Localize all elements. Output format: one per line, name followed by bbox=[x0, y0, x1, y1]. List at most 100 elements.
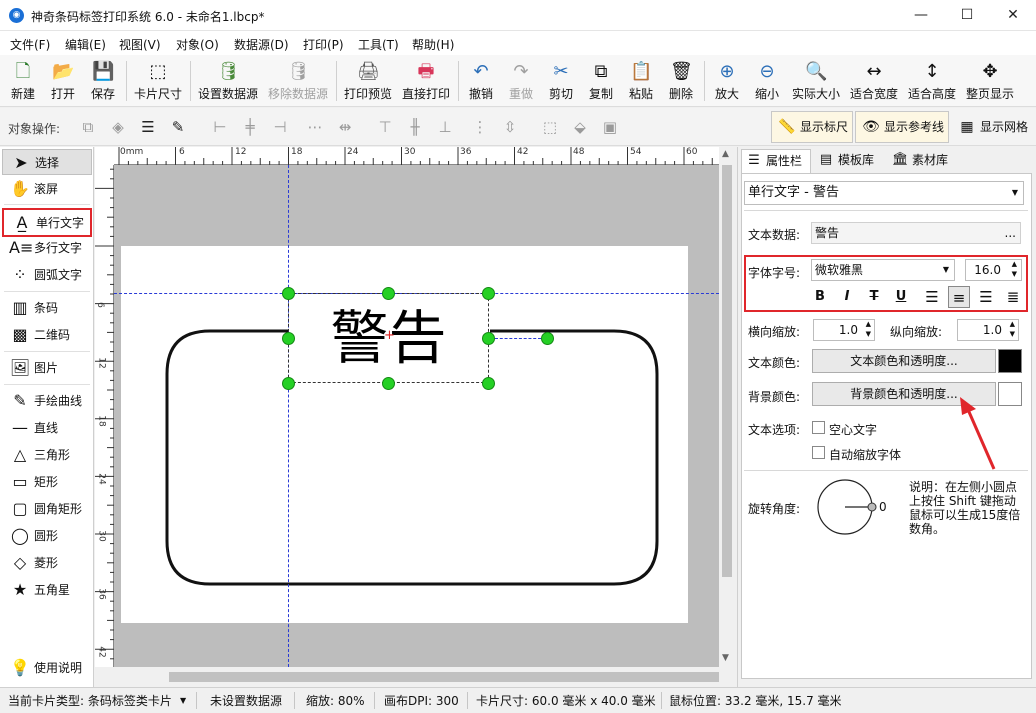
tool-star[interactable]: ★ 五角星 bbox=[2, 577, 92, 603]
align-middle-icon[interactable]: ╫ bbox=[405, 117, 425, 137]
same-width-icon[interactable]: ⇹ bbox=[335, 117, 355, 137]
scroll-up-icon[interactable]: ▲ bbox=[722, 149, 729, 159]
tool-circle[interactable]: ◯ 圆形 bbox=[2, 523, 92, 549]
align-bottom-icon[interactable]: ⊥ bbox=[435, 117, 455, 137]
fit-width-button[interactable]: ↔ 适合宽度 bbox=[848, 58, 900, 104]
resize-handle-top-left[interactable] bbox=[282, 287, 295, 300]
hollow-text-checkbox[interactable] bbox=[812, 421, 825, 434]
tool-single-line-text[interactable]: A̲ 单行文字 bbox=[2, 208, 92, 237]
cut-button[interactable]: ✂ 剪切 bbox=[544, 58, 578, 104]
text-data-field[interactable]: 警告... bbox=[811, 222, 1021, 244]
menu-edit[interactable]: 编辑(E) bbox=[65, 36, 106, 53]
resize-handle-top-right[interactable] bbox=[482, 287, 495, 300]
menu-print[interactable]: 打印(P) bbox=[303, 36, 344, 53]
layers-edit-icon[interactable]: ✎ bbox=[168, 117, 188, 137]
minimize-button[interactable]: — bbox=[898, 0, 944, 31]
send-backward-icon[interactable]: ◈ bbox=[108, 117, 128, 137]
tool-rectangle[interactable]: ▭ 矩形 bbox=[2, 469, 92, 495]
tool-select[interactable]: ➤ 选择 bbox=[2, 149, 92, 175]
strikethrough-button[interactable]: T bbox=[863, 286, 885, 308]
tool-picture[interactable]: 🖼 图片 bbox=[2, 355, 92, 381]
resize-handle-left[interactable] bbox=[282, 332, 295, 345]
resize-handle-bottom-left[interactable] bbox=[282, 377, 295, 390]
object-select[interactable]: 单行文字 - 警告 ▼ bbox=[744, 181, 1024, 205]
underline-button[interactable]: U bbox=[890, 286, 912, 308]
save-button[interactable]: 💾 保存 bbox=[86, 58, 120, 104]
guideline-vertical[interactable] bbox=[288, 165, 289, 667]
autofit-font-checkbox[interactable] bbox=[812, 446, 825, 459]
bold-button[interactable]: B bbox=[809, 286, 831, 308]
tool-triangle[interactable]: △ 三角形 bbox=[2, 442, 92, 468]
hscale-stepper[interactable]: 1.0 ▲ ▼ bbox=[813, 319, 875, 341]
set-datasource-button[interactable]: 🛢 设置数据源 bbox=[196, 58, 260, 104]
tool-diamond[interactable]: ◇ 菱形 bbox=[2, 550, 92, 576]
stepper-arrows-icon[interactable]: ▲ ▼ bbox=[1010, 319, 1015, 339]
menu-object[interactable]: 对象(O) bbox=[176, 36, 219, 53]
menu-file[interactable]: 文件(F) bbox=[10, 36, 50, 53]
maximize-button[interactable]: ☐ bbox=[944, 0, 990, 31]
tool-freehand[interactable]: ✎ 手绘曲线 bbox=[2, 388, 92, 414]
vertical-ruler[interactable]: 6 12 18 24 30 36 42 bbox=[95, 165, 114, 667]
lock-icon[interactable]: ▣ bbox=[600, 117, 620, 137]
open-button[interactable]: 📂 打开 bbox=[46, 58, 80, 104]
vertical-scrollbar[interactable]: ▲ ▼ bbox=[719, 147, 735, 667]
tab-assets[interactable]: 🏛 素材库 bbox=[888, 149, 960, 173]
align-right-icon[interactable]: ⊣ bbox=[270, 117, 290, 137]
menu-view[interactable]: 视图(V) bbox=[119, 36, 161, 53]
resize-handle-bottom-right[interactable] bbox=[482, 377, 495, 390]
tab-templates[interactable]: ▤ 模板库 bbox=[814, 149, 886, 173]
menu-tools[interactable]: 工具(T) bbox=[358, 36, 399, 53]
distribute-horizontal-icon[interactable]: ⋯ bbox=[305, 117, 325, 137]
tool-rounded-rect[interactable]: ▢ 圆角矩形 bbox=[2, 496, 92, 522]
new-button[interactable]: 🗋 新建 bbox=[6, 58, 40, 104]
resize-handle-right[interactable] bbox=[482, 332, 495, 345]
zoom-out-button[interactable]: ⊖ 缩小 bbox=[750, 58, 784, 104]
rotation-handle[interactable] bbox=[541, 332, 554, 345]
tool-arc-text[interactable]: ⁘ 圆弧文字 bbox=[2, 262, 92, 288]
menu-help[interactable]: 帮助(H) bbox=[412, 36, 454, 53]
justify-text-icon[interactable]: ≣ bbox=[1002, 286, 1024, 308]
ungroup-icon[interactable]: ⬙ bbox=[570, 117, 590, 137]
tab-properties[interactable]: ☰ 属性栏 bbox=[741, 149, 811, 173]
undo-button[interactable]: ↶ 撤销 bbox=[464, 58, 498, 104]
vscale-stepper[interactable]: 1.0 ▲ ▼ bbox=[957, 319, 1019, 341]
resize-handle-top[interactable] bbox=[382, 287, 395, 300]
tool-qrcode[interactable]: ▩ 二维码 bbox=[2, 322, 92, 348]
vertical-scroll-thumb[interactable] bbox=[722, 165, 732, 577]
dropdown-arrow-icon[interactable]: ▼ bbox=[180, 696, 186, 705]
toggle-show-guidelines[interactable]: 👁 显示参考线 bbox=[855, 111, 949, 143]
tool-barcode[interactable]: ▥ 条码 bbox=[2, 295, 92, 321]
text-color-button[interactable]: 文本颜色和透明度... bbox=[812, 349, 996, 373]
same-height-icon[interactable]: ⇳ bbox=[500, 117, 520, 137]
align-left-text-icon[interactable]: ☰ bbox=[921, 286, 943, 308]
horizontal-scrollbar[interactable] bbox=[95, 667, 735, 687]
text-color-swatch[interactable] bbox=[998, 349, 1022, 373]
redo-button[interactable]: ↷ 重做 bbox=[504, 58, 538, 104]
stepper-arrows-icon[interactable]: ▲ ▼ bbox=[1012, 259, 1017, 279]
menu-datasource[interactable]: 数据源(D) bbox=[234, 36, 289, 53]
group-icon[interactable]: ⬚ bbox=[540, 117, 560, 137]
toggle-show-grid[interactable]: ▦ 显示网格 bbox=[951, 111, 1033, 143]
close-button[interactable]: ✕ bbox=[990, 0, 1036, 31]
scroll-down-icon[interactable]: ▼ bbox=[722, 653, 729, 663]
tool-multi-line-text[interactable]: A≡ 多行文字 bbox=[2, 235, 92, 261]
align-right-text-icon[interactable]: ☰ bbox=[975, 286, 997, 308]
toggle-show-ruler[interactable]: 📏 显示标尺 bbox=[771, 111, 853, 143]
stepper-arrows-icon[interactable]: ▲ ▼ bbox=[866, 319, 871, 339]
resize-handle-bottom[interactable] bbox=[382, 377, 395, 390]
help-button[interactable]: 💡 使用说明 bbox=[2, 655, 92, 681]
copy-button[interactable]: ⧉ 复制 bbox=[584, 58, 618, 104]
align-top-icon[interactable]: ⊤ bbox=[375, 117, 395, 137]
layers-icon[interactable]: ☰ bbox=[138, 117, 158, 137]
zoom-in-button[interactable]: ⊕ 放大 bbox=[710, 58, 744, 104]
text-data-more-button[interactable]: ... bbox=[1005, 223, 1016, 243]
horizontal-ruler[interactable]: 0mm 6 12 18 24 30 36 42 48 54 60 bbox=[114, 147, 719, 165]
align-center-icon[interactable]: ╪ bbox=[240, 117, 260, 137]
bring-forward-icon[interactable]: ⧉ bbox=[78, 117, 98, 137]
font-size-stepper[interactable]: 16.0 ▲ ▼ bbox=[965, 259, 1022, 281]
bg-color-swatch[interactable] bbox=[998, 382, 1022, 406]
rotation-dial[interactable] bbox=[815, 478, 885, 538]
fit-page-button[interactable]: ✥ 整页显示 bbox=[964, 58, 1016, 104]
tool-line[interactable]: — 直线 bbox=[2, 415, 92, 441]
horizontal-scroll-thumb[interactable] bbox=[169, 672, 719, 682]
